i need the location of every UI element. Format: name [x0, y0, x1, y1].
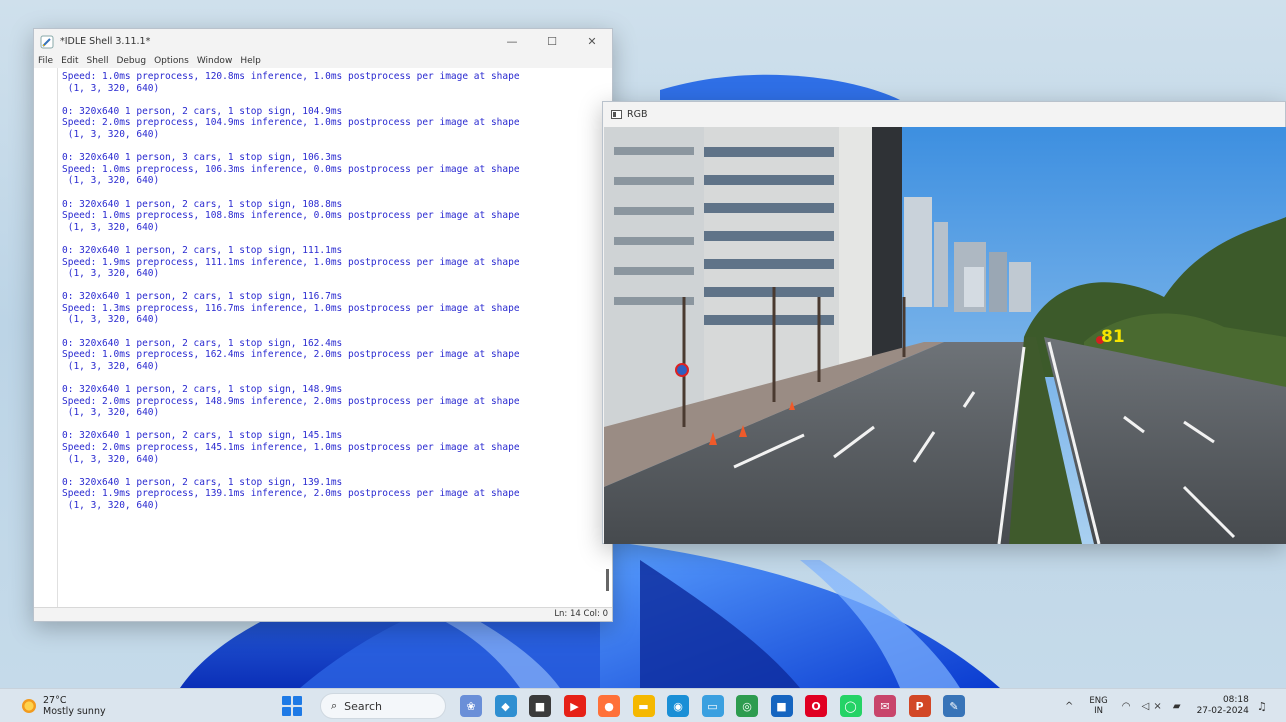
chrome-app-icon[interactable]: ◎ — [736, 695, 758, 717]
taskbar-search[interactable]: ⌕ Search — [320, 693, 446, 719]
output-block: 0: 320x640 1 person, 2 cars, 1 stop sign… — [62, 106, 612, 141]
output-line: 0: 320x640 1 person, 2 cars, 1 stop sign… — [62, 291, 343, 303]
file-explorer-app-icon[interactable]: ▬ — [632, 695, 655, 717]
start-button[interactable] — [282, 696, 302, 716]
menu-edit[interactable]: Edit — [61, 56, 78, 66]
output-block: 0: 320x640 1 person, 2 cars, 1 stop sign… — [62, 291, 612, 326]
output-line: 0: 320x640 1 person, 2 cars, 1 stop sign… — [62, 430, 343, 442]
detection-label: 81 — [1101, 327, 1125, 347]
output-line: (1, 3, 320, 640) — [62, 221, 160, 233]
output-line: (1, 3, 320, 640) — [62, 314, 160, 326]
minimize-button[interactable]: — — [492, 29, 532, 54]
weather-desc: Mostly sunny — [43, 706, 106, 717]
clock[interactable]: 08:18 27-02-2024 — [1197, 695, 1249, 717]
output-block: Speed: 1.0ms preprocess, 120.8ms inferen… — [62, 71, 612, 94]
window-title: *IDLE Shell 3.11.1* — [60, 36, 151, 47]
output-block: 0: 320x640 1 person, 2 cars, 1 stop sign… — [62, 477, 612, 512]
menu-window[interactable]: Window — [197, 56, 233, 66]
weather-temp: 27°C — [43, 695, 67, 706]
copilot-app-icon[interactable]: ❀ — [460, 695, 482, 717]
window-app-icon — [611, 109, 622, 119]
output-line: (1, 3, 320, 640) — [62, 360, 160, 372]
language-indicator[interactable]: ENG IN — [1089, 696, 1107, 716]
line-gutter — [34, 68, 58, 607]
powerpoint-app-icon[interactable]: P — [908, 695, 931, 717]
output-line: 0: 320x640 1 person, 2 cars, 1 stop sign… — [62, 105, 343, 117]
idle-app-icon[interactable]: ✎ — [943, 695, 965, 717]
notification-bell-icon[interactable]: ♫ — [1257, 700, 1267, 713]
status-bar: Ln: 14 Col: 0 — [34, 607, 612, 621]
output-line: (1, 3, 320, 640) — [62, 407, 160, 419]
sun-icon — [22, 699, 36, 713]
language-code: ENG — [1089, 696, 1108, 706]
firefox-app-icon[interactable]: ● — [598, 695, 620, 717]
output-block: 0: 320x640 1 person, 2 cars, 1 stop sign… — [62, 338, 612, 373]
close-button[interactable]: ✕ — [572, 29, 612, 54]
output-line: 0: 320x640 1 person, 2 cars, 1 stop sign… — [62, 198, 343, 210]
output-line: Speed: 2.0ms preprocess, 145.1ms inferen… — [62, 442, 520, 453]
output-line: 0: 320x640 1 person, 2 cars, 1 stop sign… — [62, 244, 343, 256]
output-line: Speed: 1.0ms preprocess, 106.3ms inferen… — [62, 163, 520, 175]
output-line: (1, 3, 320, 640) — [62, 128, 160, 140]
idle-app-icon — [40, 35, 54, 48]
region-code: IN — [1094, 706, 1103, 716]
output-line: (1, 3, 320, 640) — [62, 268, 160, 280]
output-line: 0: 320x640 1 person, 2 cars, 1 stop sign… — [62, 337, 343, 349]
output-line: 0: 320x640 1 person, 2 cars, 1 stop sign… — [62, 476, 343, 488]
whatsapp-app-icon[interactable]: ◯ — [839, 695, 862, 717]
output-line: Speed: 2.0ms preprocess, 104.9ms inferen… — [62, 117, 520, 129]
output-line: Speed: 1.0ms preprocess, 162.4ms inferen… — [62, 349, 520, 361]
weather-widget[interactable]: 27°C Mostly sunny — [22, 695, 106, 717]
network-sound-battery-icons[interactable]: ◠ ◁× ▰ — [1122, 701, 1185, 712]
window-title: RGB — [627, 108, 648, 120]
opera-app-icon[interactable]: O — [805, 695, 827, 717]
menu-bar: File Edit Shell Debug Options Window Hel… — [34, 54, 612, 68]
windows-logo-icon — [282, 696, 291, 705]
idle-titlebar[interactable]: *IDLE Shell 3.11.1* — ☐ ✕ — [34, 29, 612, 54]
camera-frame: 81 — [604, 127, 1286, 544]
clock-time: 08:18 — [1222, 695, 1249, 705]
menu-debug[interactable]: Debug — [116, 56, 146, 66]
shell-output[interactable]: Speed: 1.0ms preprocess, 120.8ms inferen… — [58, 68, 612, 607]
output-block: 0: 320x640 1 person, 2 cars, 1 stop sign… — [62, 199, 612, 234]
mail-app-icon[interactable]: ✉ — [874, 695, 896, 717]
menu-options[interactable]: Options — [154, 56, 189, 66]
output-line: (1, 3, 320, 640) — [62, 175, 160, 187]
output-line: (1, 3, 320, 640) — [62, 499, 160, 511]
system-tray: ^ ENG IN ◠ ◁× ▰ 08:18 27-02-2024 ♫ — [1065, 693, 1267, 719]
search-icon: ⌕ — [331, 699, 338, 712]
output-line: (1, 3, 320, 640) — [62, 82, 160, 94]
clock-date: 27-02-2024 — [1196, 706, 1249, 716]
output-block: 0: 320x640 1 person, 2 cars, 1 stop sign… — [62, 430, 612, 465]
output-line: Speed: 1.0ms preprocess, 108.8ms inferen… — [62, 210, 520, 222]
paint-app-icon[interactable]: ◆ — [494, 695, 517, 717]
mobile-app-icon[interactable]: ▭ — [701, 695, 724, 717]
search-label: Search — [344, 699, 382, 713]
output-line: Speed: 1.3ms preprocess, 116.7ms inferen… — [62, 302, 520, 314]
output-line: Speed: 1.9ms preprocess, 111.1ms inferen… — [62, 256, 520, 268]
output-block: 0: 320x640 1 person, 2 cars, 1 stop sign… — [62, 384, 612, 419]
chevron-up-icon[interactable]: ^ — [1065, 701, 1073, 712]
edge-app-icon[interactable]: ◉ — [667, 695, 689, 717]
output-block: 0: 320x640 1 person, 2 cars, 1 stop sign… — [62, 245, 612, 280]
menu-help[interactable]: Help — [240, 56, 261, 66]
output-line: Speed: 1.0ms preprocess, 120.8ms inferen… — [62, 71, 520, 82]
idle-shell-window[interactable]: *IDLE Shell 3.11.1* — ☐ ✕ File Edit Shel… — [33, 28, 613, 622]
output-line: (1, 3, 320, 640) — [62, 453, 160, 465]
taskbar: 27°C Mostly sunny ⌕ Search ❀ ◆ ■ ▶ ● ▬ ◉ ▭ ◎ ■ O ◯ ✉… — [0, 688, 1286, 722]
output-block: 0: 320x640 1 person, 3 cars, 1 stop sign… — [62, 152, 612, 187]
youtube-app-icon[interactable]: ▶ — [563, 695, 586, 717]
rgb-titlebar[interactable]: RGB — [603, 102, 1285, 126]
output-line: Speed: 1.9ms preprocess, 139.1ms inferen… — [62, 488, 520, 500]
output-line: 0: 320x640 1 person, 2 cars, 1 stop sign… — [62, 384, 343, 396]
output-line: Speed: 2.0ms preprocess, 148.9ms inferen… — [62, 395, 520, 407]
output-line: 0: 320x640 1 person, 3 cars, 1 stop sign… — [62, 152, 343, 164]
menu-shell[interactable]: Shell — [87, 56, 109, 66]
files-app-icon[interactable]: ■ — [529, 695, 551, 717]
vertical-scrollbar[interactable] — [606, 569, 609, 591]
store-app-icon[interactable]: ■ — [770, 695, 793, 717]
rgb-window[interactable]: RGB 81 — [602, 101, 1286, 544]
menu-file[interactable]: File — [38, 56, 53, 66]
maximize-button[interactable]: ☐ — [532, 29, 572, 54]
